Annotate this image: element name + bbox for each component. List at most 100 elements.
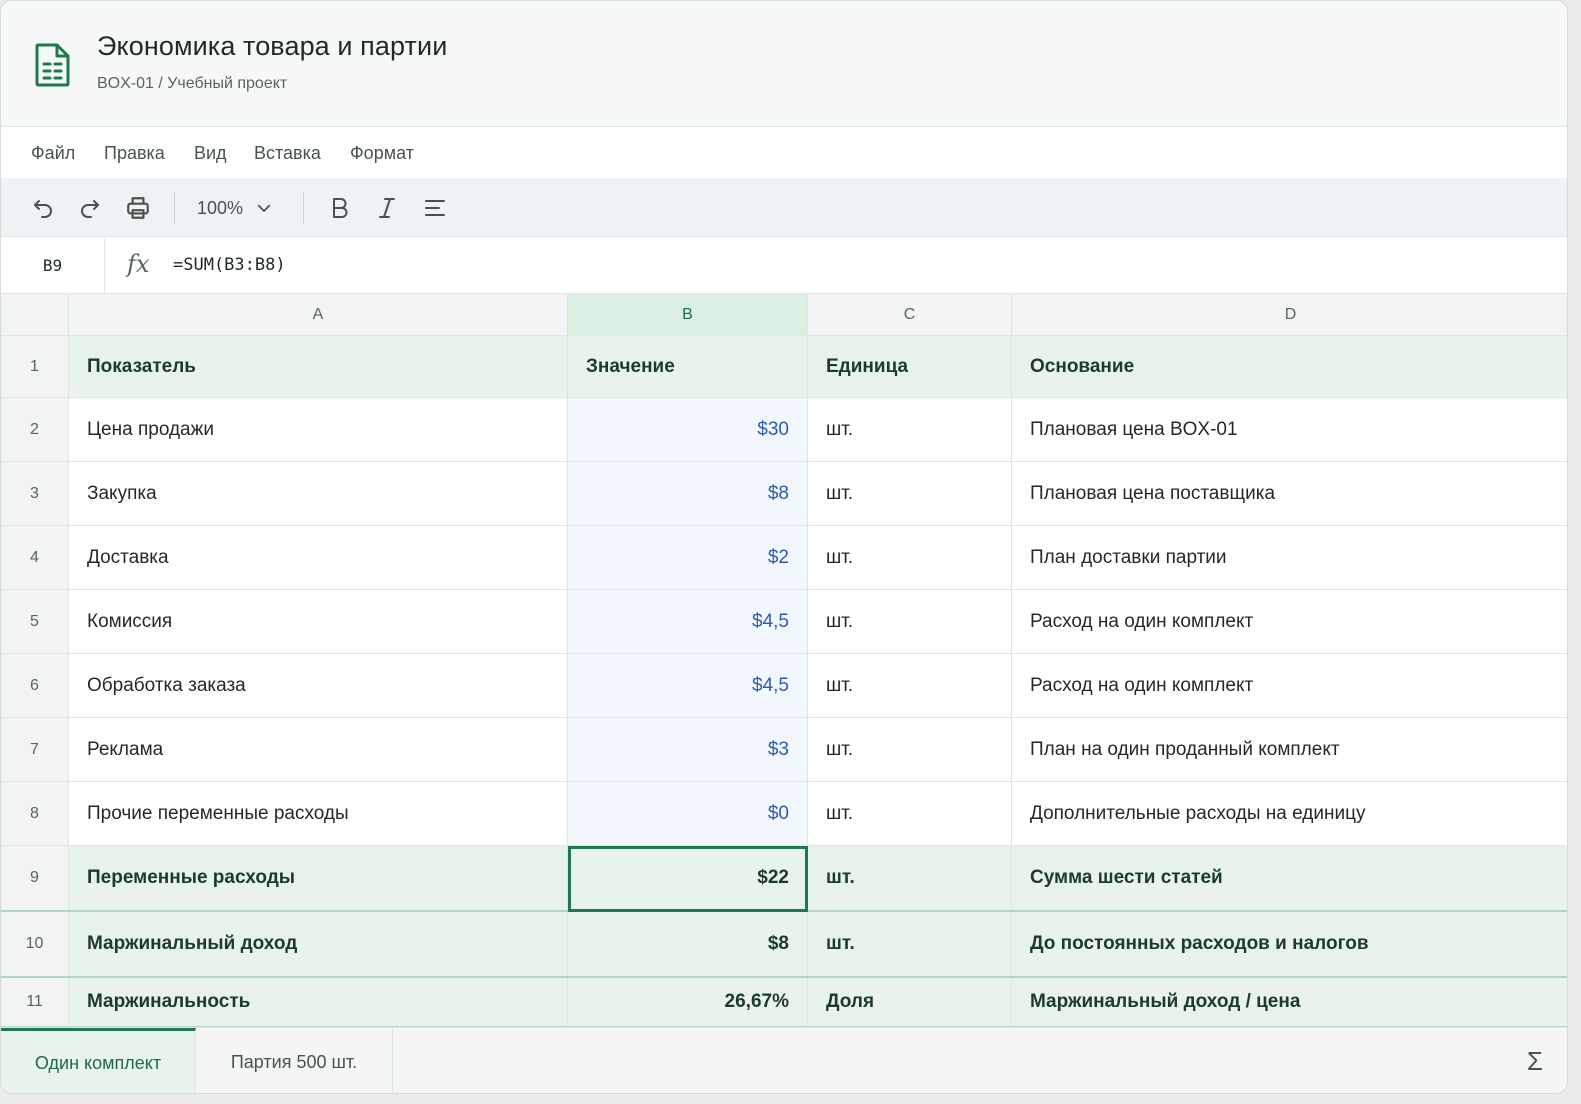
menu-view[interactable]: Вид bbox=[194, 143, 227, 164]
cell-c[interactable]: Доля bbox=[808, 978, 1012, 1026]
cell-b[interactable]: $22 bbox=[568, 846, 808, 910]
table-row: 4 Доставка $2 шт. План доставки партии bbox=[1, 526, 1567, 590]
table-row: 10 Маржинальный доход $8 шт. До постоянных р… bbox=[1, 912, 1567, 978]
cell-reference-box[interactable]: B9 bbox=[1, 238, 105, 293]
row-number[interactable]: 2 bbox=[1, 398, 69, 461]
column-header-a[interactable]: A bbox=[69, 294, 568, 335]
row-number[interactable]: 7 bbox=[1, 718, 69, 781]
row-number[interactable]: 1 bbox=[1, 336, 69, 397]
menu-insert[interactable]: Вставка bbox=[254, 143, 321, 164]
cell-c[interactable]: шт. bbox=[808, 912, 1012, 976]
cell-d[interactable]: Дополнительные расходы на единицу bbox=[1012, 782, 1567, 845]
cell-c[interactable]: шт. bbox=[808, 782, 1012, 845]
cell-c[interactable]: шт. bbox=[808, 590, 1012, 653]
cell-d[interactable]: Расход на один комплект bbox=[1012, 654, 1567, 717]
cell-b[interactable]: $30 bbox=[568, 398, 808, 461]
bold-icon bbox=[333, 198, 348, 218]
cell-d[interactable]: Плановая цена BOX-01 bbox=[1012, 398, 1567, 461]
cell-a[interactable]: Реклама bbox=[69, 718, 568, 781]
row-number[interactable]: 5 bbox=[1, 590, 69, 653]
menu-edit[interactable]: Правка bbox=[104, 143, 165, 164]
document-title[interactable]: Экономика товара и партии bbox=[97, 31, 447, 62]
row-number[interactable]: 10 bbox=[1, 912, 69, 976]
sum-sigma-icon[interactable]: Σ bbox=[1527, 1046, 1543, 1077]
cell-a[interactable]: Маржинальность bbox=[69, 978, 568, 1026]
row-number[interactable]: 6 bbox=[1, 654, 69, 717]
cell-a[interactable]: Переменные расходы bbox=[69, 846, 568, 910]
table-header-row: 1 Показатель Значение Единица Основание bbox=[1, 336, 1567, 398]
spreadsheet-doc-icon bbox=[35, 43, 70, 87]
cell-b[interactable]: $0 bbox=[568, 782, 808, 845]
cell-b[interactable]: Значение bbox=[568, 336, 808, 397]
zoom-value: 100% bbox=[197, 197, 244, 218]
cell-a[interactable]: Обработка заказа bbox=[69, 654, 568, 717]
toolbar: 100% bbox=[1, 178, 1567, 237]
menu-format[interactable]: Формат bbox=[350, 143, 414, 164]
table-row: 8 Прочие переменные расходы $0 шт. Дополните… bbox=[1, 782, 1567, 846]
cell-d[interactable]: Расход на один комплект bbox=[1012, 590, 1567, 653]
cell-a[interactable]: Закупка bbox=[69, 462, 568, 525]
cell-d[interactable]: План доставки партии bbox=[1012, 526, 1567, 589]
toolbar-separator bbox=[303, 192, 304, 224]
row-number[interactable]: 3 bbox=[1, 462, 69, 525]
cell-d[interactable]: Плановая цена поставщика bbox=[1012, 462, 1567, 525]
cell-a[interactable]: Комиссия bbox=[69, 590, 568, 653]
toolbar-separator bbox=[174, 192, 175, 224]
cell-c[interactable]: шт. bbox=[808, 462, 1012, 525]
cell-d[interactable]: До постоянных расходов и налогов bbox=[1012, 912, 1567, 976]
cell-b[interactable]: $4,5 bbox=[568, 590, 808, 653]
table-row: 7 Реклама $3 шт. План на один проданный комп… bbox=[1, 718, 1567, 782]
cell-c[interactable]: Единица bbox=[808, 336, 1012, 397]
cell-b[interactable]: $2 bbox=[568, 526, 808, 589]
cell-c[interactable]: шт. bbox=[808, 654, 1012, 717]
cell-b[interactable]: $4,5 bbox=[568, 654, 808, 717]
zoom-select[interactable]: 100% bbox=[197, 194, 273, 222]
cell-c[interactable]: шт. bbox=[808, 398, 1012, 461]
sheet-tab-single-kit[interactable]: Один комплект bbox=[1, 1028, 196, 1093]
row-number[interactable]: 9 bbox=[1, 846, 69, 910]
column-header-c[interactable]: C bbox=[808, 294, 1012, 335]
cell-b[interactable]: 26,67% bbox=[568, 978, 808, 1026]
cell-c[interactable]: шт. bbox=[808, 718, 1012, 781]
cell-b[interactable]: $8 bbox=[568, 462, 808, 525]
cell-a[interactable]: Доставка bbox=[69, 526, 568, 589]
cell-d[interactable]: Сумма шести статей bbox=[1012, 846, 1567, 910]
menu-file[interactable]: Файл bbox=[31, 143, 75, 164]
sheet-tab-bar: Один комплект Партия 500 шт. Σ bbox=[1, 1027, 1567, 1093]
document-breadcrumb: BOX-01 / Учебный проект bbox=[97, 75, 288, 92]
cell-c[interactable]: шт. bbox=[808, 846, 1012, 910]
row-number[interactable]: 8 bbox=[1, 782, 69, 845]
table-row: 2 Цена продажи $30 шт. Плановая цена BOX-01 bbox=[1, 398, 1567, 462]
redo-button[interactable] bbox=[75, 193, 105, 223]
cell-d[interactable]: План на один проданный комплект bbox=[1012, 718, 1567, 781]
print-button[interactable] bbox=[123, 193, 153, 223]
cell-b[interactable]: $3 bbox=[568, 718, 808, 781]
cell-b[interactable]: $8 bbox=[568, 912, 808, 976]
undo-button[interactable] bbox=[28, 193, 58, 223]
cell-a[interactable]: Показатель bbox=[69, 336, 568, 397]
italic-button[interactable] bbox=[372, 193, 402, 223]
table-row: 5 Комиссия $4,5 шт. Расход на один комплект bbox=[1, 590, 1567, 654]
cell-d[interactable]: Маржинальный доход / цена bbox=[1012, 978, 1567, 1026]
print-icon bbox=[127, 197, 149, 219]
cell-c[interactable]: шт. bbox=[808, 526, 1012, 589]
undo-icon bbox=[34, 200, 52, 218]
bold-button[interactable] bbox=[325, 193, 355, 223]
cell-a[interactable]: Прочие переменные расходы bbox=[69, 782, 568, 845]
redo-icon bbox=[81, 200, 99, 218]
align-button[interactable] bbox=[420, 193, 450, 223]
menu-bar: Файл Правка Вид Вставка Формат bbox=[1, 128, 1567, 178]
cell-a[interactable]: Маржинальный доход bbox=[69, 912, 568, 976]
sheet-tab-batch-500[interactable]: Партия 500 шт. bbox=[196, 1028, 393, 1093]
italic-icon bbox=[379, 198, 395, 218]
formula-input[interactable]: =SUM(B3:B8) bbox=[173, 255, 286, 275]
select-all-corner[interactable] bbox=[1, 294, 69, 335]
column-header-b[interactable]: B bbox=[568, 294, 808, 335]
cell-d[interactable]: Основание bbox=[1012, 336, 1567, 397]
row-number[interactable]: 4 bbox=[1, 526, 69, 589]
spreadsheet-window: Экономика товара и партии BOX-01 / Учебн… bbox=[0, 0, 1568, 1094]
cell-a[interactable]: Цена продажи bbox=[69, 398, 568, 461]
row-number[interactable]: 11 bbox=[1, 978, 69, 1026]
column-header-d[interactable]: D bbox=[1012, 294, 1567, 335]
formula-bar: B9 fx =SUM(B3:B8) bbox=[1, 238, 1567, 294]
